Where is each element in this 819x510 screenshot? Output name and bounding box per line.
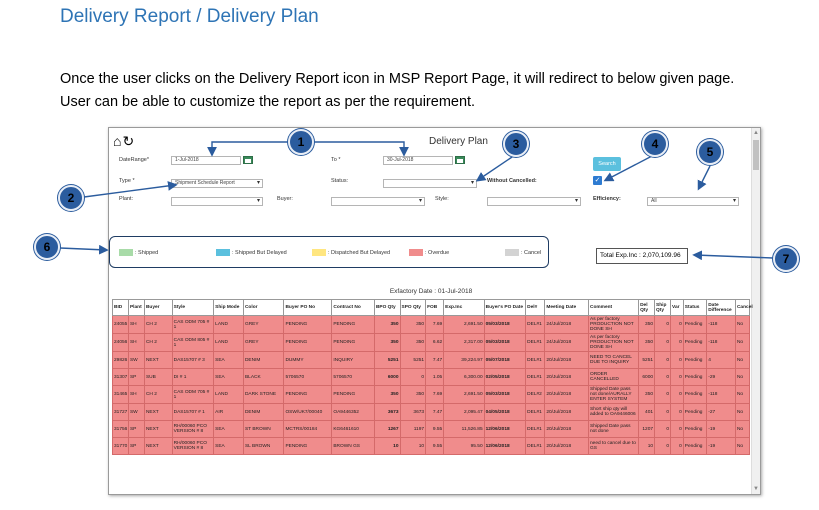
arrow-7 <box>692 250 774 261</box>
arrow-4 <box>603 155 653 182</box>
callout-5: 5 <box>697 139 723 165</box>
callout-arrows <box>59 141 774 261</box>
callout-1: 1 <box>288 129 314 155</box>
arrow-6 <box>59 244 109 255</box>
callout-3: 3 <box>503 131 529 157</box>
arrow-1-right <box>314 141 409 157</box>
arrow-2 <box>83 181 178 198</box>
arrow-5 <box>697 165 711 191</box>
arrow-3 <box>475 154 516 182</box>
callout-2: 2 <box>58 185 84 211</box>
callout-4: 4 <box>642 131 668 157</box>
callout-6: 6 <box>34 234 60 260</box>
arrow-1-left <box>207 141 288 157</box>
callout-7: 7 <box>773 246 799 272</box>
